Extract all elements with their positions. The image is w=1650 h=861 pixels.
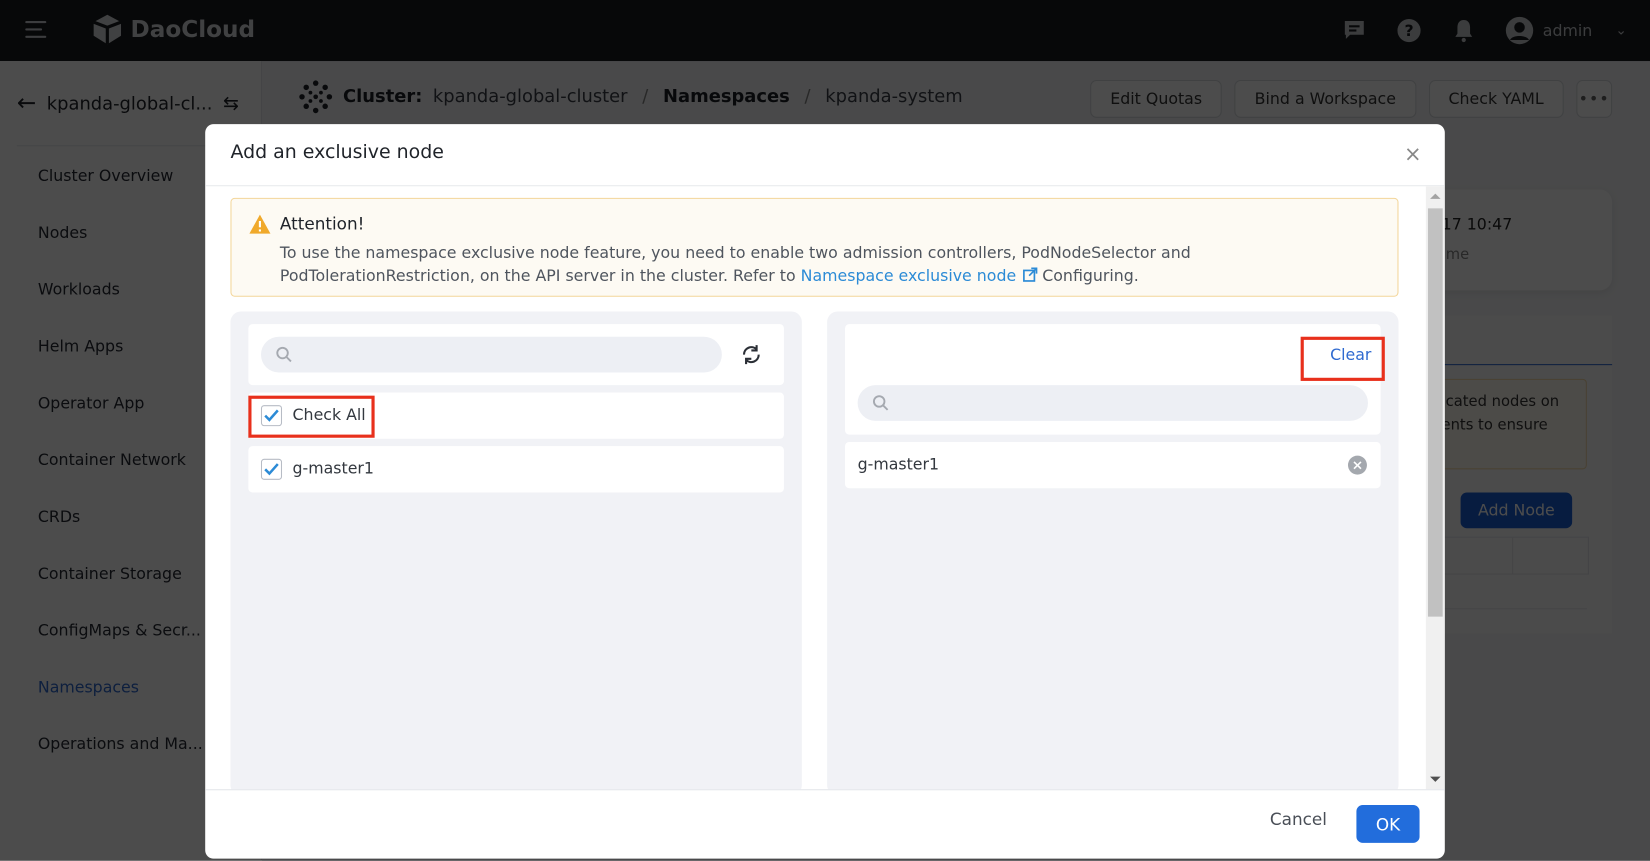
dialog-body: Attention! To use the namespace exclusiv… xyxy=(205,186,1445,790)
ok-button[interactable]: OK xyxy=(1356,805,1420,843)
node-checkbox[interactable] xyxy=(260,458,283,480)
warning-icon xyxy=(249,214,271,234)
left-search-input[interactable] xyxy=(260,336,722,373)
search-icon xyxy=(872,395,889,411)
alert-title: Attention! xyxy=(279,213,365,234)
refresh-icon[interactable] xyxy=(740,343,763,366)
add-exclusive-node-dialog: Add an exclusive node × Attention! To us… xyxy=(205,124,1445,859)
scrollbar-thumb[interactable] xyxy=(1427,208,1443,617)
alert-text: To use the namespace exclusive node feat… xyxy=(280,241,1385,287)
cancel-button[interactable]: Cancel xyxy=(1270,809,1327,829)
search-icon xyxy=(276,346,292,363)
highlight-box xyxy=(248,395,375,438)
doc-link[interactable]: Namespace exclusive node xyxy=(801,266,1017,285)
dialog-title: Add an exclusive node xyxy=(230,141,444,164)
node-name: g-master1 xyxy=(292,458,374,478)
available-nodes-pane: Check All g-master1 xyxy=(230,311,802,790)
scroll-down-icon[interactable] xyxy=(1430,776,1441,782)
check-all-row[interactable]: Check All xyxy=(248,392,784,439)
selected-node-name: g-master1 xyxy=(857,454,940,474)
attention-alert: Attention! To use the namespace exclusiv… xyxy=(230,197,1399,297)
external-link-icon[interactable] xyxy=(1022,267,1038,282)
checkmark-icon xyxy=(264,463,279,476)
node-row[interactable]: g-master1 xyxy=(248,446,784,493)
dialog-footer: Cancel OK xyxy=(205,789,1445,858)
alert-text-part: Configuring. xyxy=(1037,266,1139,286)
highlight-box xyxy=(1300,336,1385,381)
dialog-scrollbar[interactable] xyxy=(1425,186,1445,790)
left-search-card xyxy=(248,324,784,386)
remove-node-icon[interactable]: × xyxy=(1347,455,1367,475)
stage: DaoCloud ? admin ⌄ ← kpanda-global-cl...… xyxy=(0,0,1650,861)
right-search-input[interactable] xyxy=(857,385,1368,421)
selected-nodes-pane: Clear g-master1 × xyxy=(827,311,1399,790)
selected-node-row: g-master1 × xyxy=(844,441,1381,489)
right-search-card: Clear xyxy=(844,324,1385,435)
close-icon[interactable]: × xyxy=(1404,141,1422,166)
scroll-up-icon[interactable] xyxy=(1430,193,1441,199)
